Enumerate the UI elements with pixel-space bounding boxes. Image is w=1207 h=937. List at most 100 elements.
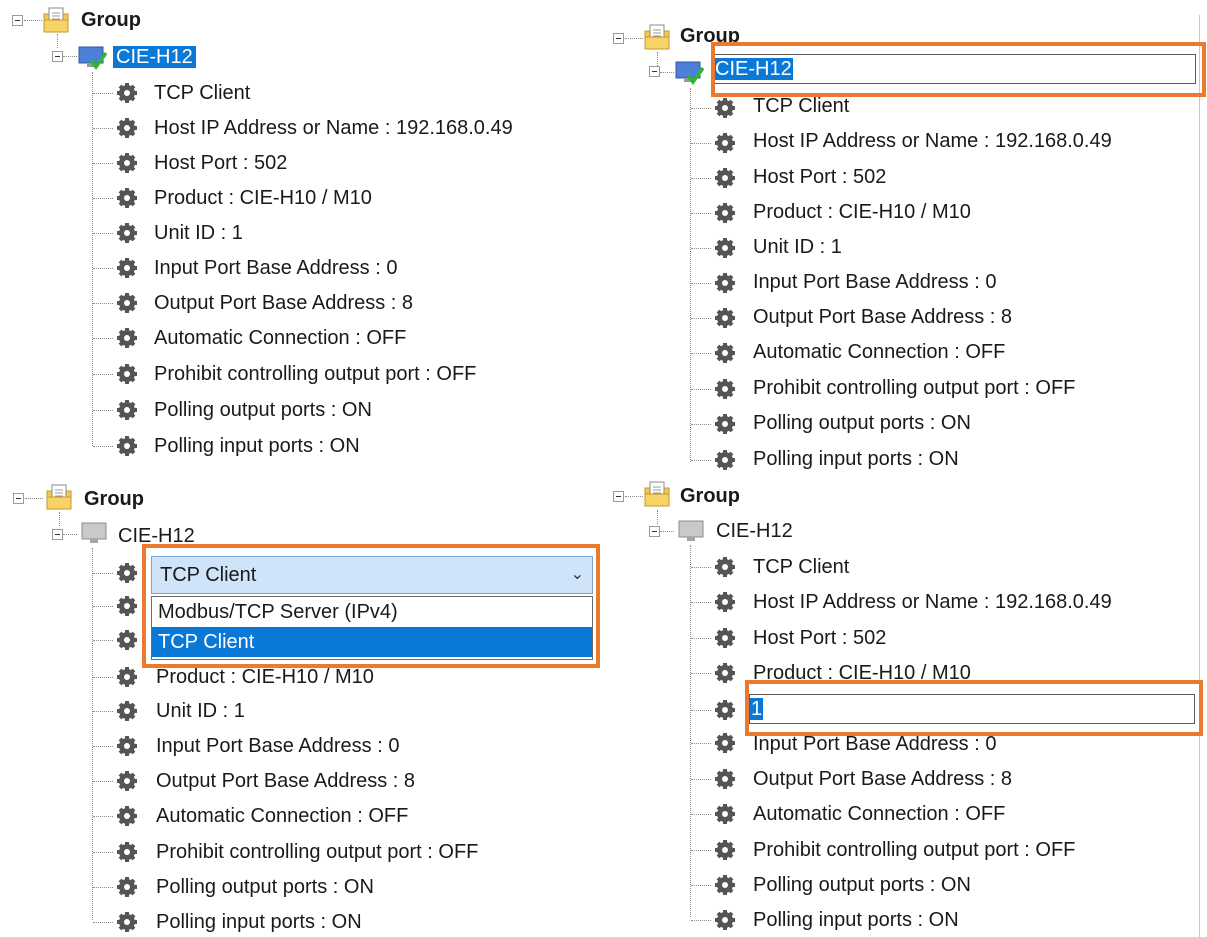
property-item[interactable]: Product : CIE-H10 / M10: [753, 198, 971, 226]
gear-icon: [117, 912, 137, 932]
device-collapse-button[interactable]: [52, 51, 63, 62]
tree-panel-4: Group CIE-H12 TCP Client Host IP Address…: [601, 474, 1207, 937]
property-item[interactable]: Polling input ports : ON: [154, 432, 360, 460]
gear-icon: [715, 804, 735, 824]
property-item[interactable]: TCP Client: [753, 92, 849, 120]
property-item[interactable]: Output Port Base Address : 8: [156, 767, 415, 795]
property-item[interactable]: Prohibit controlling output port : OFF: [156, 838, 478, 866]
property-item[interactable]: TCP Client: [753, 553, 849, 581]
property-item[interactable]: Automatic Connection : OFF: [753, 800, 1005, 828]
property-item[interactable]: Polling output ports : ON: [753, 409, 971, 437]
gear-icon: [117, 118, 137, 138]
tree-panel-1: Group CIE-H12 TCP Client Host IP Address…: [0, 0, 600, 468]
device-tree: Group CIE-H12 Product : CIE-H10 / M10 Un…: [0, 474, 600, 937]
gear-icon: [117, 877, 137, 897]
gear-icon: [117, 153, 137, 173]
gear-icon: [715, 98, 735, 118]
gear-icon: [117, 842, 137, 862]
folder-document-icon: [644, 24, 670, 50]
gear-icon: [117, 364, 137, 384]
folder-document-icon: [46, 484, 72, 510]
property-item[interactable]: Prohibit controlling output port : OFF: [154, 360, 476, 388]
property-item[interactable]: Prohibit controlling output port : OFF: [753, 374, 1075, 402]
gear-icon: [715, 168, 735, 188]
property-item[interactable]: Automatic Connection : OFF: [156, 802, 408, 830]
property-item[interactable]: Polling output ports : ON: [154, 396, 372, 424]
property-item[interactable]: Product : CIE-H10 / M10: [154, 184, 372, 212]
gear-icon: [715, 414, 735, 434]
gear-icon: [715, 273, 735, 293]
property-item[interactable]: Host Port : 502: [753, 163, 886, 191]
property-item[interactable]: Host IP Address or Name : 192.168.0.49: [154, 114, 513, 142]
device-collapse-button[interactable]: [649, 66, 660, 77]
property-item[interactable]: Polling output ports : ON: [753, 871, 971, 899]
gear-icon: [117, 436, 137, 456]
group-label[interactable]: Group: [84, 485, 144, 513]
property-item[interactable]: Unit ID : 1: [154, 219, 243, 247]
monitor-gray-icon: [81, 522, 107, 543]
group-collapse-button[interactable]: [13, 493, 24, 504]
folder-document-icon: [43, 7, 69, 33]
property-item[interactable]: Output Port Base Address : 8: [753, 765, 1012, 793]
gear-icon: [715, 238, 735, 258]
group-collapse-button[interactable]: [613, 491, 624, 502]
gear-icon: [117, 771, 137, 791]
gear-icon: [715, 557, 735, 577]
property-item[interactable]: Input Port Base Address : 0: [154, 254, 397, 282]
property-item[interactable]: Host Port : 502: [154, 149, 287, 177]
property-item[interactable]: Polling input ports : ON: [156, 908, 362, 936]
gear-icon: [117, 188, 137, 208]
monitor-check-icon: [78, 46, 107, 70]
gear-icon: [117, 630, 137, 650]
gear-icon: [715, 910, 735, 930]
gear-icon: [117, 736, 137, 756]
gear-icon: [117, 328, 137, 348]
gear-icon: [715, 700, 735, 720]
gear-icon: [715, 628, 735, 648]
property-item[interactable]: Polling input ports : ON: [753, 445, 959, 473]
property-item[interactable]: TCP Client: [154, 79, 250, 107]
gear-icon: [117, 806, 137, 826]
gear-icon: [715, 133, 735, 153]
property-item[interactable]: Host IP Address or Name : 192.168.0.49: [753, 127, 1112, 155]
property-item[interactable]: Automatic Connection : OFF: [154, 324, 406, 352]
gear-icon: [117, 258, 137, 278]
tree-panel-2: Group CIE-H12 TCP Client Host IP Address…: [601, 0, 1207, 474]
device-collapse-button[interactable]: [52, 529, 63, 540]
property-item[interactable]: Polling output ports : ON: [156, 873, 374, 901]
property-item[interactable]: Unit ID : 1: [753, 233, 842, 261]
property-item[interactable]: Host Port : 502: [753, 624, 886, 652]
group-collapse-button[interactable]: [12, 15, 23, 26]
edit-highlight-frame: [745, 680, 1203, 736]
folder-document-icon: [644, 481, 670, 507]
gear-icon: [117, 701, 137, 721]
gear-icon: [117, 596, 137, 616]
monitor-check-icon: [675, 61, 704, 85]
device-tree: Group CIE-H12 TCP Client Host IP Address…: [0, 0, 600, 468]
property-item[interactable]: Input Port Base Address : 0: [753, 268, 996, 296]
property-item[interactable]: Output Port Base Address : 8: [154, 289, 413, 317]
gear-icon: [117, 83, 137, 103]
property-item[interactable]: Host IP Address or Name : 192.168.0.49: [753, 588, 1112, 616]
gear-icon: [715, 592, 735, 612]
gear-icon: [117, 563, 137, 583]
property-item[interactable]: Input Port Base Address : 0: [156, 732, 399, 760]
property-item[interactable]: Automatic Connection : OFF: [753, 338, 1005, 366]
gear-icon: [117, 293, 137, 313]
device-tree: Group CIE-H12 TCP Client Host IP Address…: [601, 474, 1207, 937]
property-item[interactable]: Output Port Base Address : 8: [753, 303, 1012, 331]
gear-icon: [715, 450, 735, 470]
property-item[interactable]: Polling input ports : ON: [753, 906, 959, 934]
device-label[interactable]: CIE-H12: [716, 517, 793, 545]
property-item[interactable]: Prohibit controlling output port : OFF: [753, 836, 1075, 864]
device-collapse-button[interactable]: [649, 526, 660, 537]
combo-highlight-frame: [142, 544, 600, 668]
group-collapse-button[interactable]: [613, 33, 624, 44]
group-label[interactable]: Group: [81, 6, 141, 34]
group-label[interactable]: Group: [680, 482, 740, 510]
gear-icon: [715, 379, 735, 399]
gear-icon: [715, 343, 735, 363]
monitor-gray-icon: [678, 520, 704, 541]
device-label[interactable]: CIE-H12: [113, 43, 196, 71]
property-item[interactable]: Unit ID : 1: [156, 697, 245, 725]
